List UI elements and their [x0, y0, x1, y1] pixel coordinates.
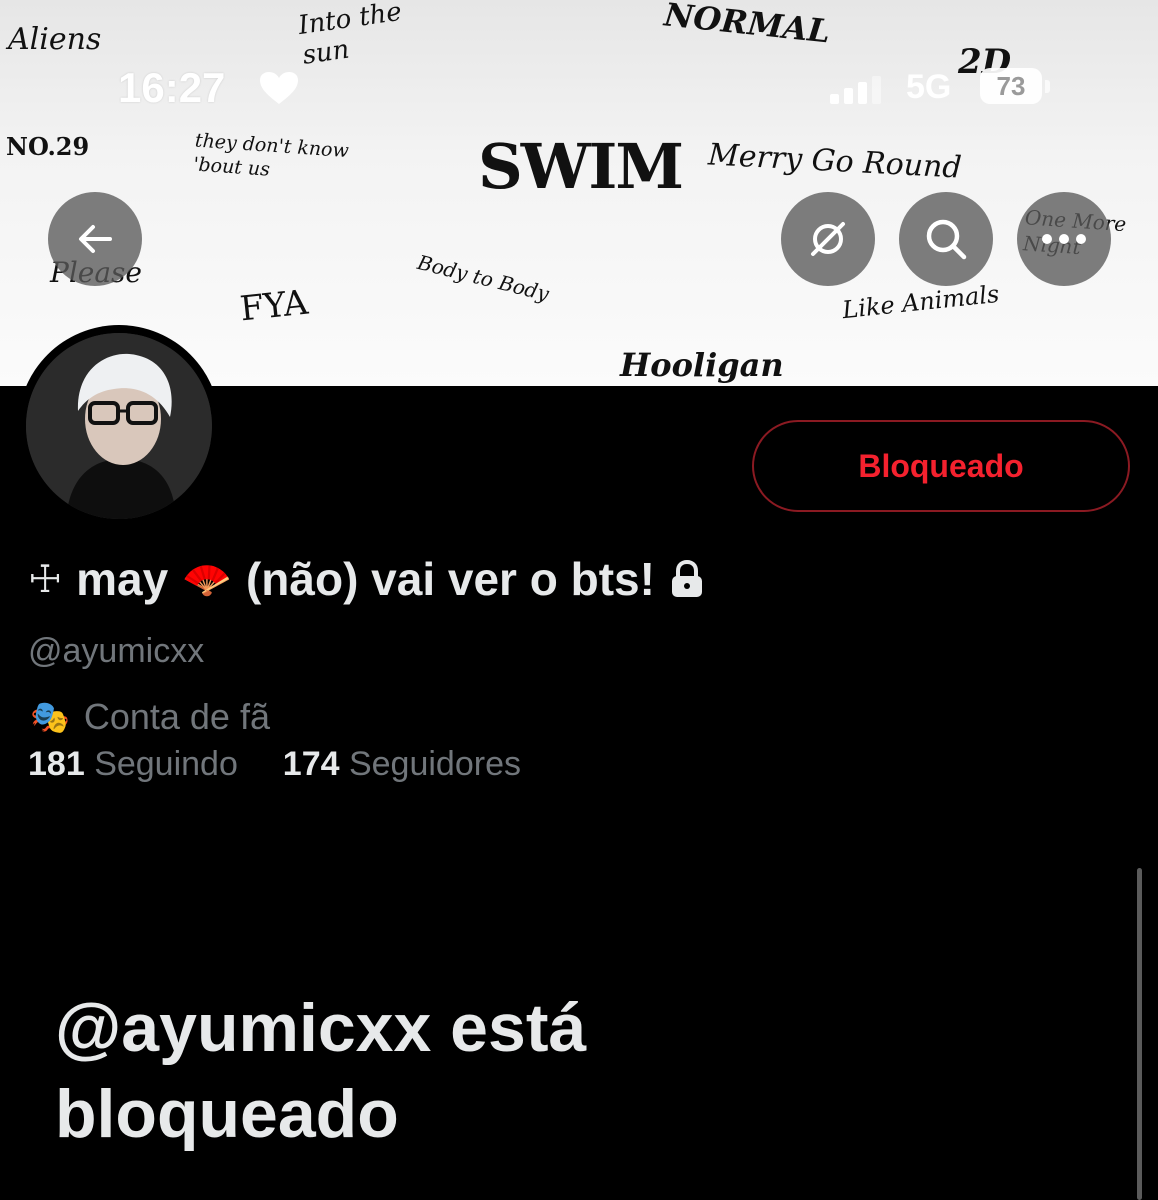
battery-icon: 73 [980, 68, 1052, 106]
banner-song: Hooligan [620, 346, 784, 384]
network-type: 5G [906, 68, 952, 106]
banner-song: Like Animals [840, 279, 1001, 325]
lock-icon [671, 559, 702, 597]
avatar-image [26, 333, 212, 519]
more-options-button[interactable] [1017, 192, 1111, 286]
following-label: Seguindo [94, 745, 238, 783]
arrow-left-icon [79, 225, 112, 253]
banner-song: Body to Body [415, 250, 552, 306]
cross-symbol: ☩ [28, 558, 63, 601]
banner-song: Merry Go Round [707, 137, 963, 186]
banner-song: NORMAL [662, 0, 832, 51]
display-name-part1: may [76, 553, 169, 605]
profile-category: 🎭 Conta de fã [30, 696, 270, 738]
profile-banner: Aliens Into the sun NORMAL 2D NO.29 they… [0, 0, 1158, 386]
banner-song: they don't know 'bout us [192, 129, 350, 181]
display-name: ☩ may 🪭 (não) vai ver o bts! [28, 552, 705, 606]
category-label: Conta de fã [83, 696, 270, 737]
banner-song: Aliens [8, 22, 102, 57]
blocked-button[interactable]: Bloqueado [752, 420, 1130, 512]
grok-icon [811, 222, 845, 256]
fan-emoji: 🪭 [182, 557, 232, 602]
following-link[interactable]: 181 Seguindo [28, 745, 238, 783]
theater-masks-icon: 🎭 [30, 699, 70, 735]
back-button[interactable] [48, 192, 142, 286]
followers-link[interactable]: 174 Seguidores [283, 745, 521, 783]
banner-song: NO.29 [6, 132, 90, 161]
status-time: 16:27 [118, 64, 226, 111]
display-name-part2: (não) vai ver o bts! [245, 553, 655, 605]
profile-handle: @ayumicxx [28, 632, 205, 670]
heart-icon [260, 72, 298, 104]
avatar[interactable] [18, 325, 220, 527]
battery-level: 73 [996, 71, 1026, 101]
following-count: 181 [28, 745, 85, 783]
banner-song: SWIM [478, 130, 684, 203]
banner-song: Into the sun [296, 0, 404, 71]
more-horizontal-icon [1042, 234, 1086, 244]
follow-stats: 181 Seguindo 174 Seguidores [28, 745, 521, 784]
search-button[interactable] [899, 192, 993, 286]
scrollbar[interactable] [1137, 868, 1142, 1200]
search-icon [926, 219, 967, 260]
grok-button[interactable] [781, 192, 875, 286]
signal-icon [830, 76, 881, 104]
blocked-message: @ayumicxx está bloqueado [55, 990, 587, 1152]
followers-count: 174 [282, 745, 340, 783]
banner-song: FYA [238, 282, 310, 330]
followers-label: Seguidores [348, 745, 521, 783]
